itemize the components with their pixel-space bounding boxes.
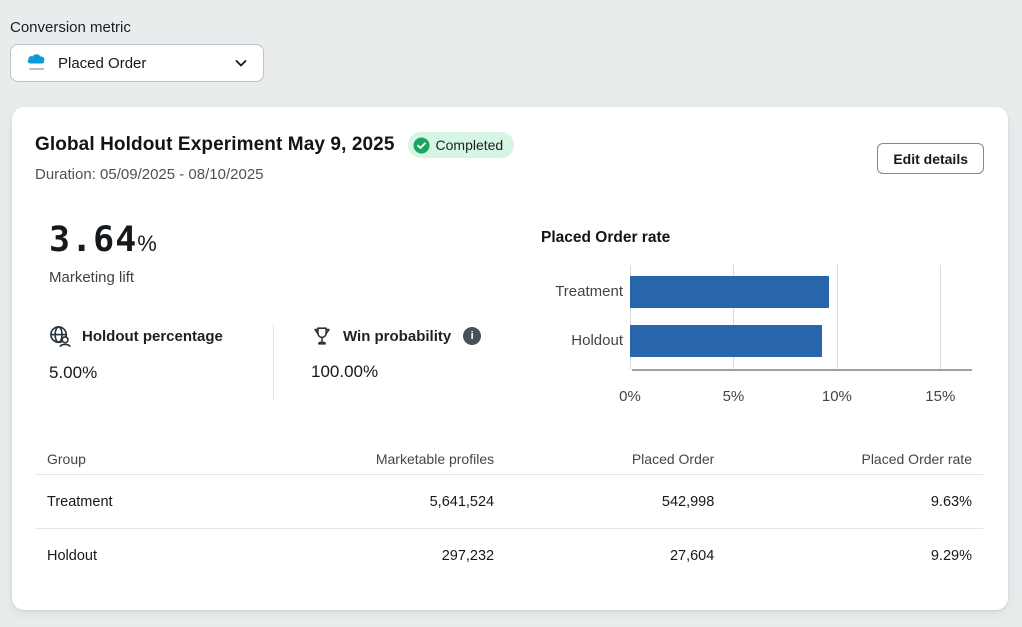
x-tick-label: 0% [619,388,641,405]
chart-bar [630,325,822,357]
results-table: GroupMarketable profilesPlaced OrderPlac… [35,443,983,582]
status-badge-label: Completed [436,137,504,153]
x-tick-label: 15% [925,388,955,405]
marketing-lift-unit: % [137,231,157,256]
marketing-lift-stat: 3.64% Marketing lift [49,220,157,286]
chart-bar [630,276,829,308]
holdout-percentage-stat: Holdout percentage 5.00% [49,325,229,400]
table-cell: 5,641,524 [269,494,494,510]
x-tick-label: 5% [723,388,745,405]
experiment-title: Global Holdout Experiment May 9, 2025 [35,134,395,156]
marketing-lift-label: Marketing lift [49,269,157,286]
table-cell: 9.29% [714,548,972,564]
info-icon[interactable]: i [463,327,481,345]
chart-category-label: Treatment [541,284,623,300]
table-header-cell: Placed Order rate [714,451,972,467]
table-cell: 542,998 [494,494,714,510]
holdout-percentage-label: Holdout percentage [82,328,223,345]
table-row: Treatment5,641,524542,9989.63% [35,475,983,528]
conversion-metric-dropdown[interactable]: Placed Order [10,44,264,82]
conversion-metric-value: Placed Order [58,55,233,72]
table-row: Holdout297,23227,6049.29% [35,529,983,582]
metric-logo-icon [25,53,47,73]
holdout-percentage-value: 5.00% [49,363,229,383]
chart-category-label: Holdout [541,333,623,349]
trophy-icon [311,325,333,347]
globe-user-icon [49,325,72,348]
stats-divider [273,325,274,400]
status-badge: Completed [408,132,515,158]
experiment-duration: Duration: 05/09/2025 - 08/10/2025 [35,166,264,183]
check-circle-icon [413,137,430,154]
table-cell: 9.63% [714,494,972,510]
table-cell: Holdout [35,548,269,564]
chart-title: Placed Order rate [541,229,981,247]
chart-plot: 0%5%10%15%TreatmentHoldout [630,265,961,370]
table-header-cell: Group [35,451,269,467]
chart-gridline [940,265,941,370]
x-axis-line [632,369,972,371]
table-header-cell: Placed Order [494,451,714,467]
metric-logo-wordmark [29,68,44,70]
edit-details-button[interactable]: Edit details [877,143,984,174]
table-header-cell: Marketable profiles [269,451,494,467]
win-probability-stat: Win probability i 100.00% [311,325,481,400]
table-cell: Treatment [35,494,269,510]
table-cell: 27,604 [494,548,714,564]
conversion-metric-label: Conversion metric [10,19,131,36]
x-tick-label: 10% [822,388,852,405]
chevron-down-icon [233,55,249,71]
table-header-row: GroupMarketable profilesPlaced OrderPlac… [35,443,983,474]
win-probability-value: 100.00% [311,362,481,382]
placed-order-rate-chart: Placed Order rate 0%5%10%15%TreatmentHol… [541,229,981,247]
marketing-lift-value: 3.64 [49,220,137,260]
table-cell: 297,232 [269,548,494,564]
experiment-card: Global Holdout Experiment May 9, 2025 Co… [12,107,1008,610]
win-probability-label: Win probability [343,328,451,345]
chart-gridline [837,265,838,370]
